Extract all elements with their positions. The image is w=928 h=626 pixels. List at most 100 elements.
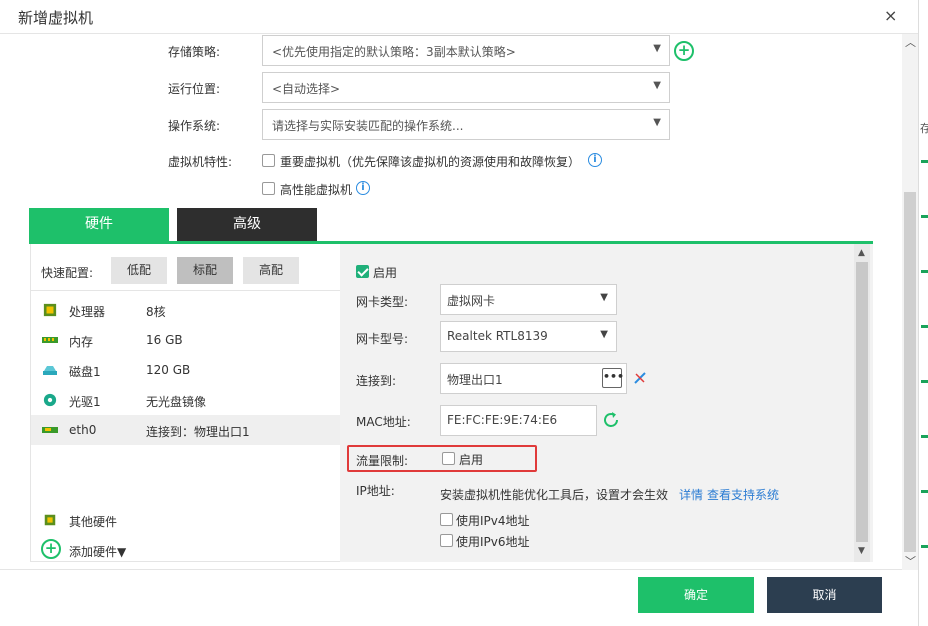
storage-policy-label: 存储策略: <box>168 45 221 59</box>
hardware-name: 光驱1 <box>69 395 101 409</box>
ipv6-label: 使用IPv6地址 <box>456 535 530 549</box>
add-storage-policy-icon[interactable]: + <box>674 41 694 61</box>
hardware-value: 无光盘镜像 <box>146 395 207 409</box>
hardware-value: 连接到：物理出口1 <box>146 425 250 439</box>
important-vm-label: 重要虚拟机（优先保障该虚拟机的资源使用和故障恢复） <box>280 155 581 169</box>
background-mark <box>921 215 928 218</box>
hardware-value: 120 GB <box>146 363 191 377</box>
low-config-button[interactable]: 低配 <box>111 257 167 284</box>
nic-model-value: Realtek RTL8139 <box>447 329 548 343</box>
run-location-value: <自动选择> <box>272 82 341 96</box>
run-location-select[interactable]: <自动选择> ▼ <box>262 72 670 103</box>
dialog-footer: 确定 取消 <box>0 569 902 626</box>
info-icon[interactable]: i <box>356 181 370 195</box>
hardware-value: 8核 <box>146 305 166 319</box>
hardware-value: 16 GB <box>146 333 183 347</box>
tab-hardware[interactable]: 硬件 <box>29 208 169 241</box>
caret-down-icon: ▼ <box>653 43 661 54</box>
add-hardware-button[interactable]: + 添加硬件▼ <box>31 535 341 565</box>
connect-to-field[interactable]: 物理出口1 <box>440 363 627 394</box>
hardware-name: eth0 <box>69 423 97 437</box>
hardware-row-cdrom[interactable]: 光驱1 无光盘镜像 <box>31 385 341 415</box>
mac-label: MAC地址: <box>356 415 411 429</box>
scrollbar-thumb[interactable] <box>904 192 916 552</box>
ipv4-checkbox[interactable] <box>440 513 453 526</box>
nic-type-label: 网卡类型: <box>356 295 409 309</box>
refresh-icon[interactable] <box>601 410 621 430</box>
disk-icon <box>43 366 57 375</box>
add-icon: + <box>41 539 61 559</box>
traffic-limit-enable-label: 启用 <box>459 453 484 467</box>
caret-down-icon: ▼ <box>653 117 661 128</box>
other-hardware-icon <box>44 514 56 526</box>
vm-features-label: 虚拟机特性: <box>168 155 233 169</box>
storage-policy-value: <优先使用指定的默认策略：3副本默认策略> <box>272 45 516 59</box>
important-vm-checkbox[interactable] <box>262 154 275 167</box>
hardware-row-cpu[interactable]: 处理器 8核 <box>31 295 341 325</box>
info-icon[interactable]: i <box>588 153 602 167</box>
background-window-strip: 存 <box>918 0 928 626</box>
ipv6-checkbox[interactable] <box>440 534 453 547</box>
other-hardware-label: 其他硬件 <box>69 515 118 529</box>
details-link[interactable]: 详情 <box>679 486 703 503</box>
memory-icon <box>42 337 58 343</box>
divider <box>31 290 341 291</box>
nic-panel-scrollbar[interactable]: ▲ ▼ <box>854 244 870 562</box>
traffic-limit-label: 流量限制: <box>356 454 409 468</box>
background-mark <box>921 325 928 328</box>
nic-enable-checkbox[interactable] <box>356 265 369 278</box>
background-text: 存 <box>920 122 928 135</box>
dialog-scrollbar[interactable]: ︿ ﹀ <box>902 34 918 570</box>
dialog-header: 新增虚拟机 × <box>0 0 918 34</box>
dialog-title: 新增虚拟机 <box>18 9 94 27</box>
scrollbar-thumb[interactable] <box>856 262 868 542</box>
hardware-name: 内存 <box>69 335 94 349</box>
high-perf-vm-label: 高性能虚拟机 <box>280 183 353 197</box>
hardware-list-panel: 快速配置: 低配 标配 高配 处理器 8核 内存 16 GB 磁盘1 120 G… <box>30 244 341 565</box>
os-label: 操作系统: <box>168 119 221 133</box>
background-mark <box>921 380 928 383</box>
hardware-row-disk[interactable]: 磁盘1 120 GB <box>31 355 341 385</box>
standard-config-button[interactable]: 标配 <box>177 257 233 284</box>
storage-policy-select[interactable]: <优先使用指定的默认策略：3副本默认策略> ▼ <box>262 35 670 66</box>
connect-to-label: 连接到: <box>356 374 397 388</box>
nic-icon <box>42 427 58 433</box>
nic-model-select[interactable]: Realtek RTL8139 ▼ <box>440 321 617 352</box>
disconnect-icon[interactable] <box>632 370 648 386</box>
cdrom-icon <box>43 393 57 407</box>
ip-note: 安装虚拟机性能优化工具后，设置才会生效 <box>440 488 669 502</box>
config-tabs: 硬件 高级 <box>29 208 873 244</box>
close-icon[interactable]: × <box>884 6 897 25</box>
ipv4-label: 使用IPv4地址 <box>456 514 530 528</box>
supported-systems-link[interactable]: 查看支持系统 <box>707 486 779 503</box>
nic-type-select[interactable]: 虚拟网卡 ▼ <box>440 284 617 315</box>
scroll-down-icon[interactable]: ▼ <box>858 546 865 556</box>
scroll-up-icon[interactable]: ︿ <box>905 34 916 50</box>
hardware-row-memory[interactable]: 内存 16 GB <box>31 325 341 355</box>
tab-advanced[interactable]: 高级 <box>177 208 317 241</box>
other-hardware-item[interactable]: 其他硬件 <box>31 505 341 535</box>
add-hardware-label: 添加硬件▼ <box>69 545 127 559</box>
ip-label: IP地址: <box>356 484 395 498</box>
background-mark <box>921 545 928 548</box>
nic-enable-label: 启用 <box>373 266 398 280</box>
cancel-button[interactable]: 取消 <box>767 577 882 613</box>
high-config-button[interactable]: 高配 <box>243 257 299 284</box>
caret-down-icon: ▼ <box>600 329 608 340</box>
hardware-name: 磁盘1 <box>69 365 101 379</box>
hardware-name: 处理器 <box>69 305 106 319</box>
connect-to-value: 物理出口1 <box>447 373 503 387</box>
traffic-limit-checkbox[interactable] <box>442 452 455 465</box>
confirm-button[interactable]: 确定 <box>638 577 754 613</box>
high-perf-vm-checkbox[interactable] <box>262 182 275 195</box>
browse-dots-button[interactable]: ••• <box>602 368 624 388</box>
mac-field[interactable]: FE:FC:FE:9E:74:E6 <box>440 405 597 436</box>
caret-down-icon: ▼ <box>600 292 608 303</box>
scroll-up-icon[interactable]: ▲ <box>858 248 865 258</box>
os-value: 请选择与实际安装匹配的操作系统... <box>272 119 464 133</box>
background-mark <box>921 490 928 493</box>
scroll-down-icon[interactable]: ﹀ <box>905 553 916 569</box>
hardware-row-eth0[interactable]: eth0 连接到：物理出口1 <box>31 415 341 445</box>
nic-type-value: 虚拟网卡 <box>447 294 496 308</box>
os-select[interactable]: 请选择与实际安装匹配的操作系统... ▼ <box>262 109 670 140</box>
